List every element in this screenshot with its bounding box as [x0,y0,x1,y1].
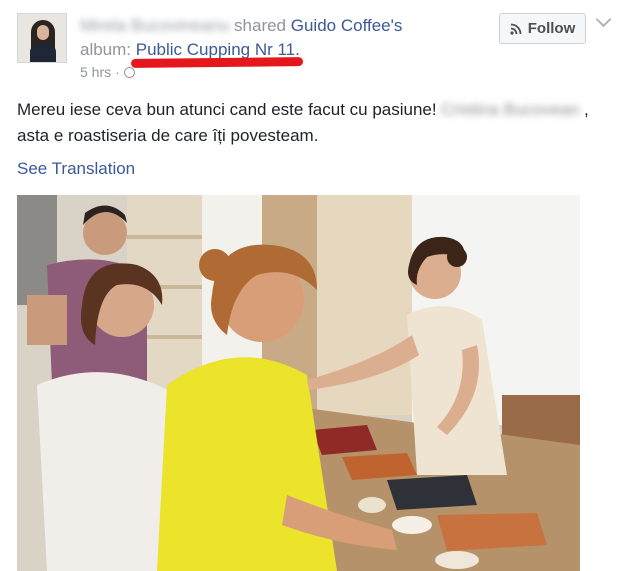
globe-icon[interactable] [123,66,135,78]
post-text-part1: Mereu iese ceva bun atunci cand este fac… [17,100,442,119]
post-photo[interactable] [17,195,580,571]
album-suffix: . [295,40,300,59]
photo-illustration [17,195,580,571]
mentioned-person-link[interactable]: Cristina Bucovean [441,100,579,119]
rss-icon [510,23,522,35]
author-avatar[interactable] [17,13,67,63]
post-meta: 5 hrs · [80,64,135,80]
chevron-down-icon[interactable] [595,11,612,28]
red-annotation-underline [130,57,304,68]
author-name-link[interactable]: Mirela Bucovineanu [80,16,229,35]
page-name-link[interactable]: Guido Coffee [291,16,391,35]
follow-button[interactable]: Follow [499,13,586,44]
feed-post: Mirela Bucovineanu shared Guido Coffee's… [0,0,625,571]
see-translation-link[interactable]: See Translation [17,159,135,179]
possessive-text: 's [390,16,403,35]
post-text: Mereu iese ceva bun atunci cand este fac… [17,97,607,149]
album-link[interactable]: Public Cupping Nr 11 [136,40,295,59]
meta-separator: · [115,64,120,80]
post-header: Mirela Bucovineanu shared Guido Coffee's… [80,14,480,62]
album-prefix: album: [80,40,136,59]
follow-label: Follow [527,20,576,37]
shared-text: shared [229,16,291,35]
timestamp-link[interactable]: 5 hrs [80,64,111,80]
